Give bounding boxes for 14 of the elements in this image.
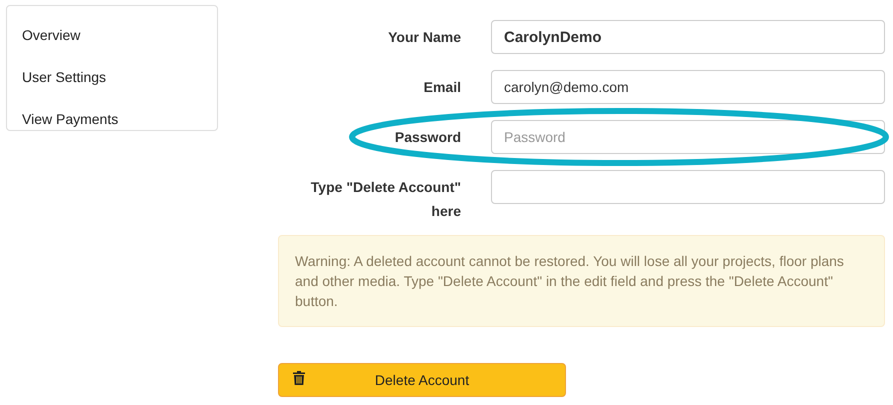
field-label: Your Name (387, 28, 461, 47)
input-field[interactable]: Password (491, 120, 885, 154)
field-label: Email (422, 78, 461, 97)
input-field[interactable]: CarolynDemo (491, 20, 885, 54)
field-label: Type "Delete Account" here (310, 178, 461, 221)
sidebar-link[interactable]: User Settings (7, 56, 122, 98)
trash-icon (293, 371, 305, 385)
delete-account-button[interactable]: Delete Account (278, 363, 566, 397)
input-field[interactable]: carolyn@demo.com (491, 70, 885, 104)
sidebar-link[interactable]: Overview (7, 14, 96, 56)
warning-alert: Warning: A deleted account cannot be restored. You will lose all your projects, floor plans and other media. Type "Delete Account" in the edit field and press the "Delete Account" button. (278, 235, 885, 327)
input-field[interactable] (491, 170, 885, 204)
sidebar-link[interactable]: View Payments (7, 98, 134, 140)
field-label: Password (394, 128, 461, 147)
